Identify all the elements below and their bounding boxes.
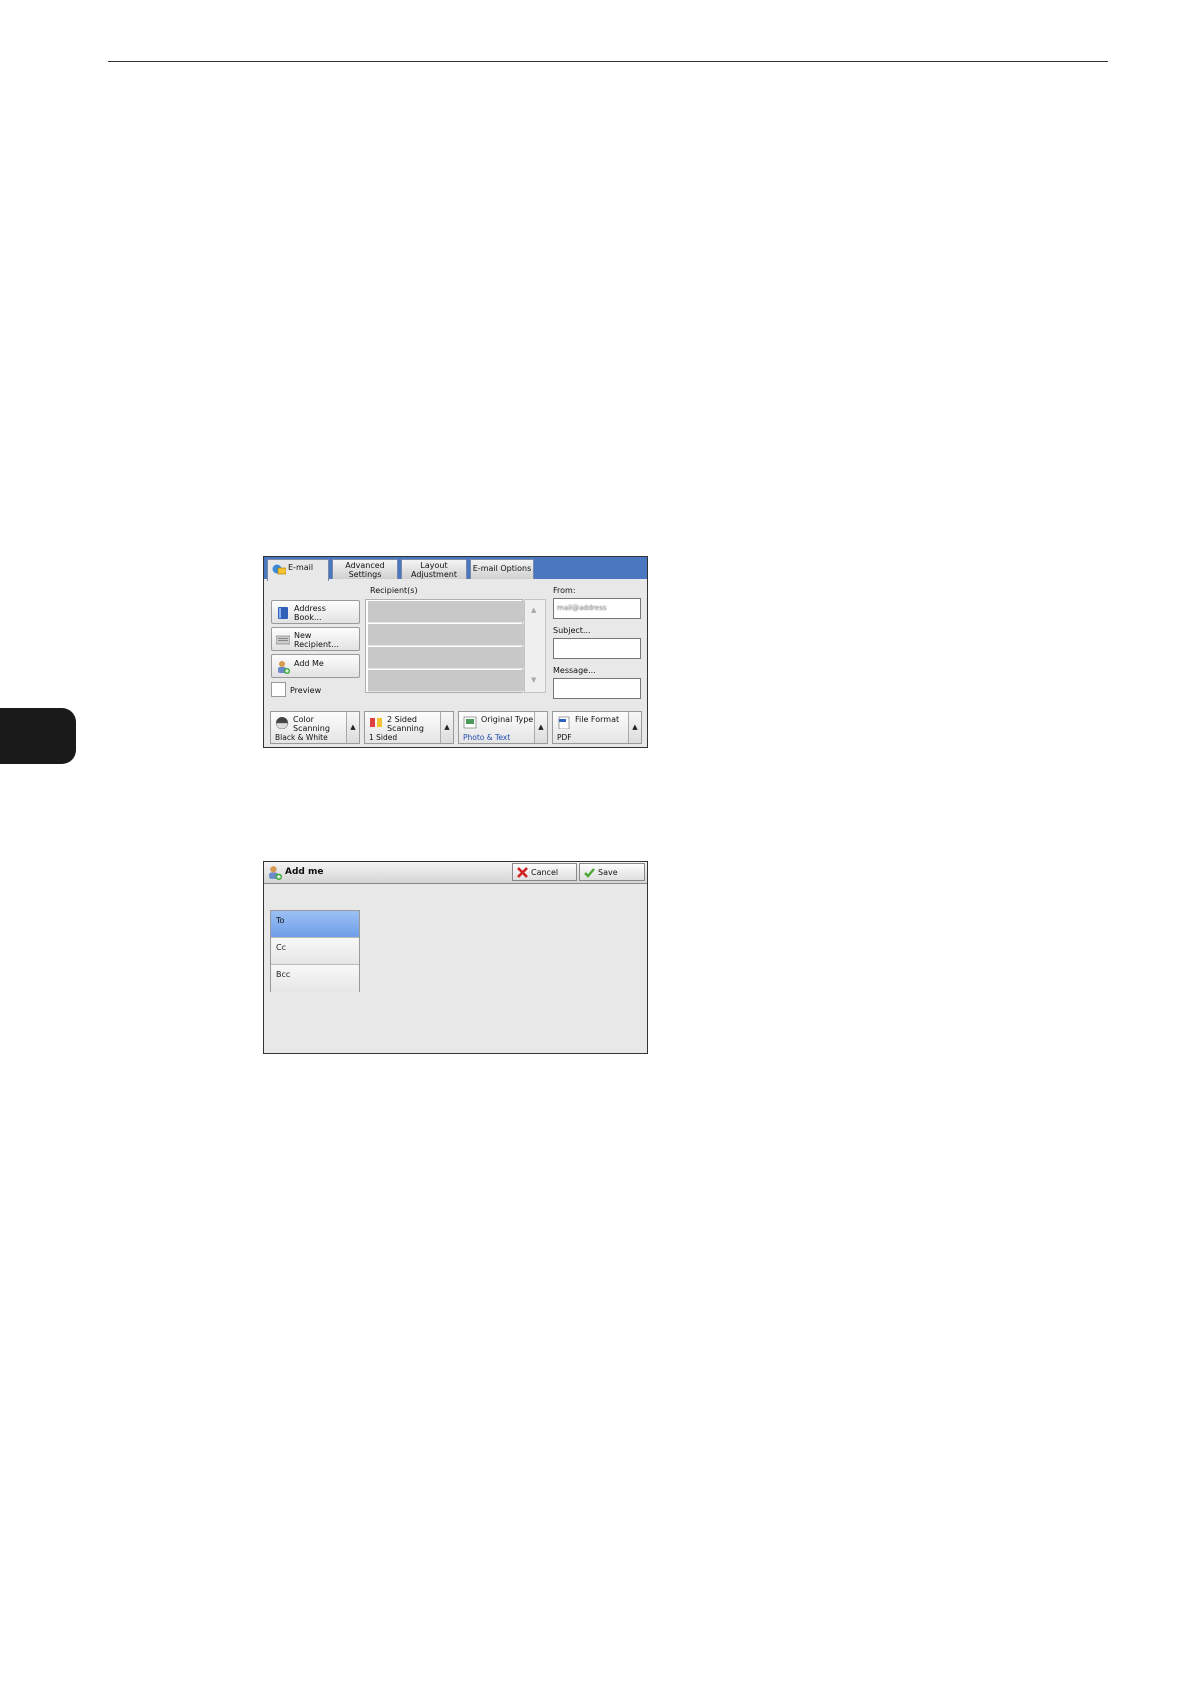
- tab-layout-adjustment[interactable]: Layout Adjustment: [401, 559, 467, 579]
- email-screen: E-mail Advanced Settings Layout Adjustme…: [263, 556, 648, 748]
- cancel-label: Cancel: [531, 868, 559, 877]
- message-label: Message...: [553, 666, 596, 675]
- file-format-value: PDF: [557, 733, 572, 742]
- recipient-row[interactable]: [368, 670, 526, 692]
- color-scanning-label: Color Scanning: [293, 715, 330, 733]
- new-recipient-label: New Recipient...: [294, 631, 339, 649]
- two-sided-scanning-button[interactable]: 2 Sided Scanning 1 Sided ▲: [364, 711, 454, 744]
- two-sided-label: 2 Sided Scanning: [387, 715, 424, 733]
- two-sided-icon: [370, 718, 382, 727]
- scroll-up-icon[interactable]: ▲: [531, 606, 536, 614]
- address-book-icon: [278, 607, 288, 619]
- preview-checkbox[interactable]: [271, 682, 286, 697]
- recipient-type-list: To Cc Bcc: [270, 910, 360, 992]
- option-to[interactable]: To: [271, 911, 359, 938]
- tab-email-label: E-mail: [288, 563, 314, 572]
- original-type-label: Original Type: [481, 715, 534, 724]
- recipient-scrollbar[interactable]: ▲ ▼: [524, 599, 546, 693]
- add-me-screen: Add me Cancel Save To Cc Bcc: [263, 861, 648, 1054]
- from-label: From:: [553, 586, 576, 595]
- message-field[interactable]: [553, 678, 641, 699]
- tab-advanced-settings[interactable]: Advanced Settings: [332, 559, 398, 579]
- cancel-button[interactable]: Cancel: [512, 863, 577, 881]
- recipient-row[interactable]: [368, 601, 526, 623]
- keyboard-icon: [276, 635, 290, 645]
- add-me-icon: [269, 866, 282, 880]
- original-type-up-icon[interactable]: ▲: [534, 712, 547, 743]
- save-label: Save: [598, 868, 618, 877]
- email-icon: [272, 564, 286, 575]
- from-value: mail@address: [557, 604, 607, 612]
- file-format-up-icon[interactable]: ▲: [628, 712, 641, 743]
- recipients-header: Recipient(s): [370, 586, 418, 595]
- title-bar: Add me Cancel Save: [264, 862, 647, 884]
- scroll-down-icon[interactable]: ▼: [531, 676, 536, 684]
- option-bcc[interactable]: Bcc: [271, 965, 359, 992]
- color-scanning-icon: [275, 717, 289, 729]
- add-me-button[interactable]: Add Me: [271, 654, 360, 678]
- new-recipient-button[interactable]: New Recipient...: [271, 627, 360, 651]
- add-me-label: Add Me: [294, 659, 324, 668]
- chapter-tab: [0, 708, 76, 764]
- file-format-icon: [558, 716, 570, 729]
- subject-label: Subject...: [553, 626, 591, 635]
- color-scanning-value: Black & White: [275, 733, 328, 742]
- from-field[interactable]: mail@address: [553, 598, 641, 619]
- two-sided-up-icon[interactable]: ▲: [440, 712, 453, 743]
- recipient-row[interactable]: [368, 647, 526, 669]
- original-type-button[interactable]: Original Type Photo & Text ▲: [458, 711, 548, 744]
- subject-field[interactable]: [553, 638, 641, 659]
- checkmark-icon: [584, 868, 595, 878]
- two-sided-value: 1 Sided: [369, 733, 398, 742]
- address-book-label: Address Book...: [294, 604, 326, 622]
- file-format-button[interactable]: File Format PDF ▲: [552, 711, 642, 744]
- page-header-rule: [108, 61, 1108, 62]
- tab-email[interactable]: E-mail: [267, 559, 329, 581]
- color-scanning-up-icon[interactable]: ▲: [346, 712, 359, 743]
- preview-label: Preview: [290, 686, 322, 695]
- save-button[interactable]: Save: [579, 863, 645, 881]
- close-icon: [517, 867, 528, 878]
- add-me-icon: [278, 661, 290, 674]
- tab-email-options[interactable]: E-mail Options: [470, 559, 534, 579]
- address-book-button[interactable]: Address Book...: [271, 600, 360, 624]
- option-cc[interactable]: Cc: [271, 938, 359, 965]
- file-format-label: File Format: [575, 715, 620, 724]
- dialog-title: Add me: [285, 867, 324, 877]
- color-scanning-button[interactable]: Color Scanning Black & White ▲: [270, 711, 360, 744]
- original-type-value: Photo & Text: [463, 733, 511, 742]
- recipient-list[interactable]: [365, 599, 526, 693]
- original-type-icon: [463, 716, 477, 729]
- recipient-row[interactable]: [368, 624, 526, 646]
